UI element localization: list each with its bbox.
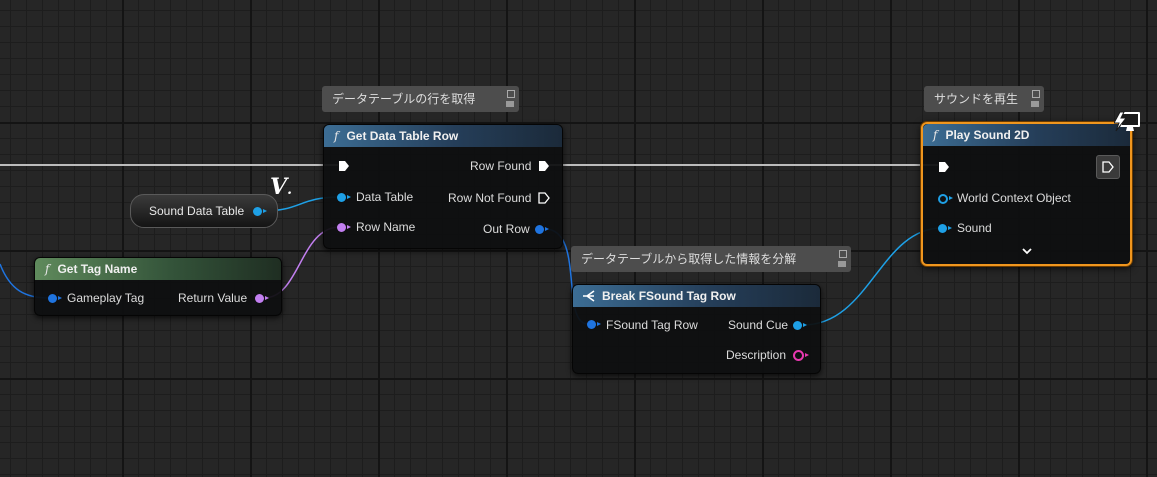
node-title: Get Data Table Row: [346, 129, 459, 143]
data-pin-icon[interactable]: [938, 194, 953, 204]
node-title: Play Sound 2D: [945, 128, 1030, 142]
comment-get-row[interactable]: データテーブルの行を取得: [322, 86, 519, 112]
variable-watch-icon: V.: [270, 174, 292, 200]
exec-pin-icon[interactable]: [938, 161, 950, 173]
pin-fsound-tag-row: FSound Tag Row: [606, 318, 698, 332]
function-icon: f: [933, 128, 938, 142]
data-pin-icon[interactable]: [793, 321, 807, 330]
node-break-fsound-tag-row[interactable]: Break FSound Tag Row FSound Tag Row Soun…: [572, 284, 821, 374]
client-server-icon: [1114, 111, 1140, 132]
node-get-tag-name[interactable]: f Get Tag Name Gameplay Tag Return Value: [34, 257, 282, 316]
variable-node-sound-data-table[interactable]: Sound Data Table: [130, 194, 278, 228]
pin-return-value: Return Value: [178, 291, 248, 305]
pin-row-not-found: Row Not Found: [448, 191, 532, 205]
pin-out-row: Out Row: [483, 222, 530, 236]
pin-sound: Sound: [957, 221, 992, 235]
exec-out-button[interactable]: [1096, 155, 1120, 179]
node-get-data-table-row[interactable]: f Get Data Table Row Row Found Data Table…: [323, 124, 563, 249]
data-pin-icon[interactable]: [535, 225, 549, 234]
comment-break-row[interactable]: データテーブルから取得した情報を分解: [571, 246, 851, 272]
data-pin-icon[interactable]: [337, 193, 351, 202]
data-pin-icon[interactable]: [587, 320, 601, 329]
pin-sound-cue: Sound Cue: [728, 318, 789, 332]
pin-row-name: Row Name: [356, 220, 416, 234]
data-pin-icon[interactable]: [793, 350, 809, 361]
pin-world-context-object: World Context Object: [957, 191, 1071, 205]
comment-pin-icon[interactable]: [506, 90, 515, 108]
exec-pin-icon[interactable]: [538, 160, 550, 172]
comment-pin-icon[interactable]: [1031, 90, 1040, 108]
exec-pin-icon[interactable]: [338, 160, 350, 172]
comment-text: サウンドを再生: [934, 92, 1019, 106]
data-pin-icon[interactable]: [255, 294, 269, 303]
exec-pin-icon: [1102, 161, 1114, 173]
expand-chevron-icon[interactable]: [1022, 248, 1032, 255]
node-header: f Get Tag Name: [35, 258, 281, 280]
exec-pin-icon[interactable]: [538, 192, 550, 204]
data-pin-icon[interactable]: [48, 294, 62, 303]
node-title: Get Tag Name: [57, 262, 138, 276]
comment-text: データテーブルの行を取得: [332, 92, 476, 106]
data-pin-icon[interactable]: [938, 224, 952, 233]
variable-label: Sound Data Table: [149, 204, 245, 218]
function-icon: f: [45, 262, 50, 276]
node-header: f Play Sound 2D: [923, 124, 1130, 146]
node-header: Break FSound Tag Row: [573, 285, 820, 307]
break-struct-icon: [583, 290, 595, 302]
pin-row-found: Row Found: [470, 159, 532, 173]
function-icon: f: [334, 129, 339, 143]
comment-play-sound[interactable]: サウンドを再生: [924, 86, 1044, 112]
comment-text: データテーブルから取得した情報を分解: [581, 252, 797, 266]
comment-pin-icon[interactable]: [838, 250, 847, 268]
node-header: f Get Data Table Row: [324, 125, 562, 147]
node-title: Break FSound Tag Row: [602, 289, 736, 303]
node-play-sound-2d[interactable]: f Play Sound 2D World Context Object Soun…: [921, 122, 1132, 266]
pin-gameplay-tag: Gameplay Tag: [67, 291, 145, 305]
pin-description: Description: [726, 348, 787, 362]
data-pin-icon[interactable]: [337, 223, 351, 232]
pin-data-table: Data Table: [356, 190, 414, 204]
data-pin-icon[interactable]: [253, 207, 267, 216]
